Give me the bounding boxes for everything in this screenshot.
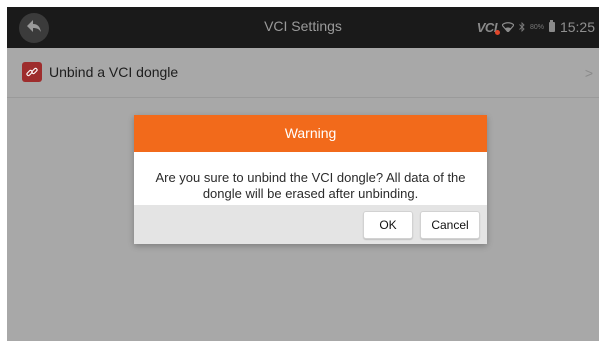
dialog-message: Are you sure to unbind the VCI dongle? A… (155, 170, 466, 201)
warning-dialog: Warning Are you sure to unbind the VCI d… (134, 115, 487, 244)
status-bar: VCI 80% 15:25 (477, 18, 595, 36)
vci-connection-icon: VCI (477, 20, 500, 35)
dialog-footer: OK Cancel (134, 205, 487, 244)
ok-button[interactable]: OK (363, 211, 413, 239)
bluetooth-icon (519, 20, 525, 35)
wifi-icon (501, 20, 515, 35)
top-bar: VCI Settings VCI 80% 15:25 (7, 7, 599, 48)
unlink-icon (22, 62, 42, 82)
battery-icon (548, 20, 555, 32)
dialog-title: Warning (134, 115, 487, 152)
list-item-unbind-vci-dongle[interactable]: Unbind a VCI dongle > (7, 48, 599, 98)
cancel-button[interactable]: Cancel (420, 211, 480, 239)
chevron-right-icon: > (584, 65, 593, 81)
app-screen: VCI Settings VCI 80% 15:25 Unbind a VCI … (7, 7, 599, 341)
battery-percent: 80% (529, 23, 544, 31)
list-item-label: Unbind a VCI dongle (49, 64, 179, 80)
clock: 15:25 (559, 19, 595, 35)
